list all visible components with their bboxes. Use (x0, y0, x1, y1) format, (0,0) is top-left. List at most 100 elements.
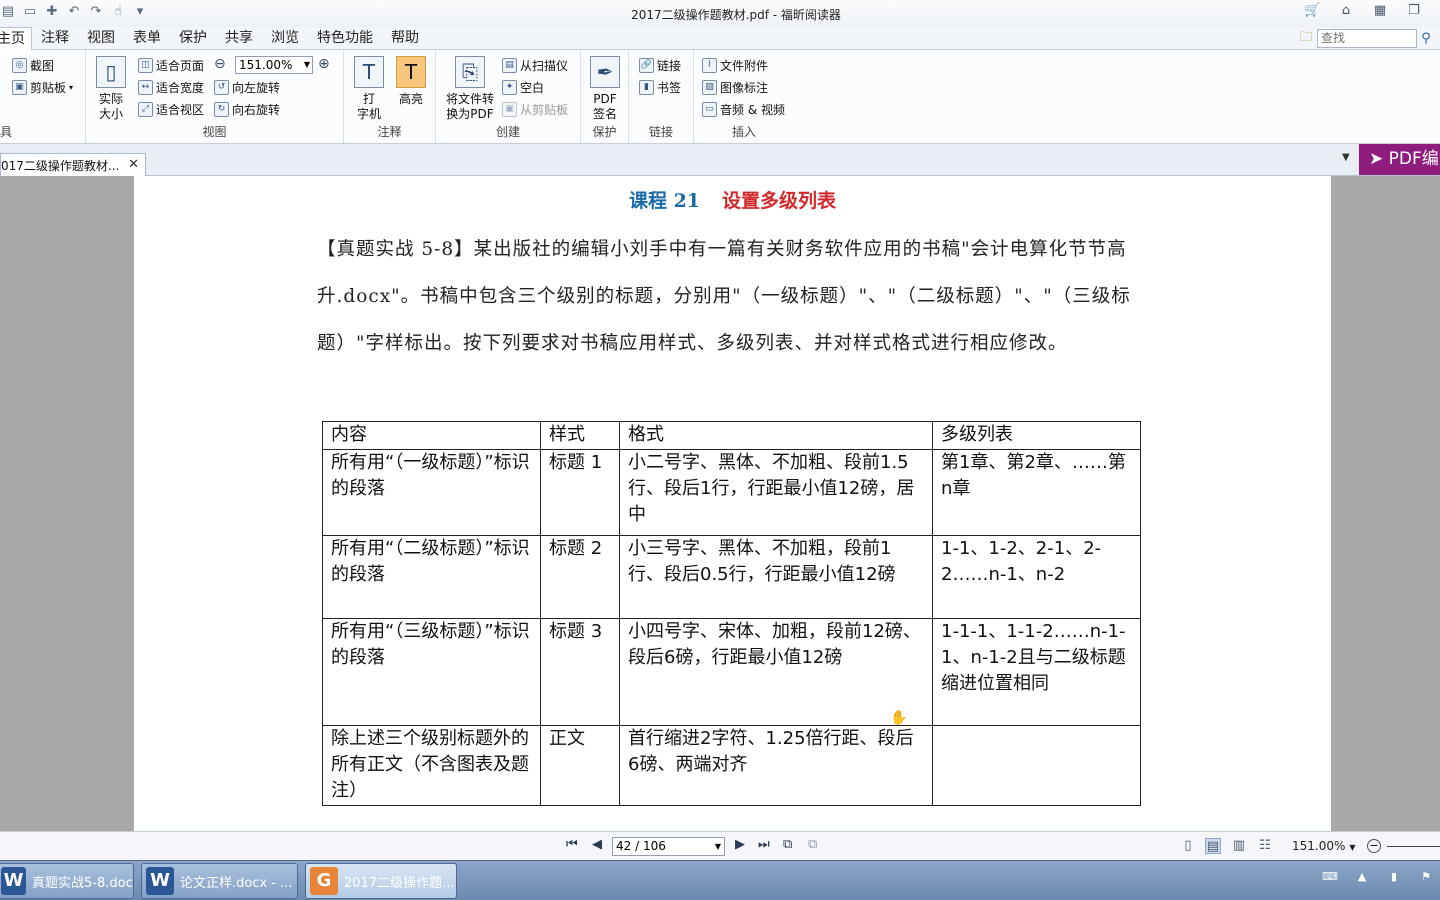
image-annotation-button[interactable]: ▨ 图像标注 (702, 77, 768, 97)
first-page-icon[interactable]: ⏮ (566, 837, 578, 852)
tab-home[interactable]: 主页 (0, 27, 32, 50)
menu-bar: 主页 注释 视图 表单 保护 共享 浏览 特色功能 帮助 🗀 ⚲ (0, 27, 1440, 50)
table-cell: 首行缩进2字符、1.25倍行距、段后6磅、两端对齐 (619, 725, 933, 806)
tab-form[interactable]: 表单 (124, 27, 170, 50)
fit-width-button[interactable]: ↔ 适合宽度 (138, 77, 204, 97)
layout-icon[interactable]: ▦ (1372, 3, 1388, 19)
header-multilevel-list: 多级列表 (932, 421, 1141, 450)
tab-view[interactable]: 视图 (78, 27, 124, 50)
tab-features[interactable]: 特色功能 (308, 27, 382, 50)
cart-icon[interactable]: 🛒 (1304, 3, 1320, 19)
film-icon: ▭ (702, 101, 717, 117)
next-page-icon[interactable]: ▶ (735, 837, 745, 852)
from-clipboard-button[interactable]: ▣ 从剪贴板 (502, 99, 568, 119)
tab-share[interactable]: 共享 (216, 27, 262, 50)
hand-cursor-icon: ✋ (890, 710, 908, 726)
zoom-slider[interactable]: − (1367, 839, 1440, 853)
typewriter-icon: T (354, 56, 384, 88)
page-number-field[interactable]: 42 / 106 ▼ (612, 837, 725, 856)
zoom-out-icon[interactable]: ⊖ (214, 56, 226, 72)
search-icon[interactable]: ⚲ (1417, 29, 1435, 48)
zoom-in-icon[interactable]: ⊕ (318, 56, 330, 72)
table-cell (932, 725, 1141, 806)
flag-icon[interactable]: ⚑ (1418, 869, 1434, 885)
continuous-view-icon[interactable]: ▤ (1205, 838, 1221, 854)
rotate-right-button[interactable]: ↻ 向右旋转 (214, 99, 280, 119)
tray-arrow-icon[interactable]: ▲ (1354, 869, 1370, 885)
system-tray: ⌨ ▲ ▮ ⚑ (1322, 869, 1440, 885)
pen-icon: ✒ (590, 56, 620, 88)
clipboard-button[interactable]: ▣ 剪贴板 ▾ (12, 77, 73, 97)
tab-protect[interactable]: 保护 (170, 27, 216, 50)
previous-page-icon[interactable]: ◀ (592, 837, 602, 852)
highlight-button[interactable]: T 高亮 (394, 56, 428, 107)
blank-page-icon: ✦ (502, 79, 517, 95)
single-page-view-icon[interactable]: ▯ (1180, 838, 1196, 854)
close-icon[interactable]: ✕ (128, 157, 139, 172)
typewriter-button[interactable]: T打 字机 (352, 56, 386, 122)
chevron-down-icon: ▼ (303, 60, 310, 69)
from-scanner-button[interactable]: ▤ 从扫描仪 (502, 55, 568, 75)
group-label-links: 链接 (648, 125, 673, 139)
home-icon[interactable]: ⌂ (1338, 3, 1354, 19)
group-view: ▯ 实际 大小 ◫ 适合页面 ↔ 适合宽度 ⤢ 适合视区 ⊖ 151.00% ▼ ⊕ ↺ 向… (86, 50, 344, 143)
fit-visible-button[interactable]: ⤢ 适合视区 (138, 99, 204, 119)
search-folder-icon[interactable]: 🗀 (1295, 28, 1317, 48)
table-cell: 标题 2 (540, 535, 620, 619)
camera-icon: ◎ (12, 57, 27, 73)
search-box: 🗀 ⚲ (1295, 28, 1437, 48)
previous-view-icon[interactable]: ⧉ (783, 837, 792, 852)
document-tab[interactable]: 017二级操作题教材... ✕ (0, 153, 146, 176)
restore-icon[interactable]: ❐ (1406, 3, 1422, 19)
table-cell: 所有用“（二级标题）”标识的段落 (322, 535, 541, 619)
table-cell: 所有用“（三级标题）”标识的段落 (322, 618, 541, 726)
network-icon[interactable]: ▮ (1386, 869, 1402, 885)
tab-browse[interactable]: 浏览 (262, 27, 308, 50)
convert-to-pdf-button[interactable]: ⎘ 将文件转 换为PDF (442, 56, 498, 122)
last-page-icon[interactable]: ⏭ (758, 837, 770, 852)
zoom-select[interactable]: 151.00% ▼ (235, 56, 313, 74)
pdf-editor-banner[interactable]: ➤ PDF编 (1359, 144, 1440, 175)
table-cell: 小三号字、黑体、不加粗，段前1行、段后0.5行，行距最小值12磅 (619, 535, 933, 619)
header-content: 内容 (322, 421, 541, 450)
fit-page-button[interactable]: ◫ 适合页面 (138, 55, 204, 75)
group-insert: ⌇ 文件附件 ▨ 图像标注 ▭ 音频 & 视频 插入 (694, 50, 794, 143)
pdf-sign-button[interactable]: ✒ PDF 签名 (588, 56, 622, 122)
window-title: 2017二级操作题教材.pdf - 福昕阅读器 (631, 8, 841, 22)
bookmark-button[interactable]: ▮ 书签 (639, 77, 681, 97)
tab-help[interactable]: 帮助 (382, 27, 428, 50)
continuous-facing-view-icon[interactable]: ☷ (1257, 838, 1273, 854)
taskbar-item-word-2[interactable]: W 论文正样.docx - ... (141, 863, 298, 899)
next-view-icon[interactable]: ⧉ (808, 837, 817, 852)
chevron-down-icon: ▼ (714, 842, 721, 851)
lesson-title: 设置多级列表 (722, 190, 837, 212)
taskbar-item-foxit[interactable]: G 2017二级操作题... (305, 863, 457, 899)
taskbar-item-word-1[interactable]: W 真题实战5-8.doc... (0, 863, 134, 899)
group-comment: T打 字机 T 高亮 注释 (344, 50, 436, 143)
status-zoom[interactable]: 151.00% ▼ (1292, 839, 1356, 853)
word-icon: W (1, 867, 26, 895)
chevron-down-icon: ▼ (1349, 843, 1356, 852)
fit-width-icon: ↔ (138, 79, 153, 95)
screenshot-button[interactable]: ◎ 截图 (12, 55, 54, 75)
attachment-button[interactable]: ⌇ 文件附件 (702, 55, 768, 75)
title-icons: 🛒 ⌂ ▦ ❐ (1304, 3, 1422, 19)
facing-view-icon[interactable]: ▥ (1231, 838, 1247, 854)
blank-button[interactable]: ✦ 空白 (502, 77, 544, 97)
windows-taskbar: W 真题实战5-8.doc... W 论文正样.docx - ... G 201… (0, 860, 1440, 900)
table-row: 所有用“（一级标题）”标识的段落 标题 1 小二号字、黑体、不加粗、段前1.5行… (322, 449, 1141, 536)
rotate-left-button[interactable]: ↺ 向左旋转 (214, 77, 280, 97)
zoom-out-icon[interactable]: − (1367, 839, 1381, 853)
tab-comment[interactable]: 注释 (32, 27, 78, 50)
tab-list-chevron-icon[interactable]: ▼ (1342, 152, 1350, 163)
audio-video-button[interactable]: ▭ 音频 & 视频 (702, 99, 785, 119)
word-icon: W (146, 867, 174, 895)
foxit-icon: G (310, 867, 338, 895)
table-cell: 1-1、1-2、2-1、2-2……n-1、n-2 (932, 535, 1141, 619)
keyboard-icon[interactable]: ⌨ (1322, 869, 1338, 885)
zoom-slider-track[interactable] (1387, 846, 1440, 847)
document-area[interactable]: 课程 21 设置多级列表 【真题实战 5-8】某出版社的编辑小刘手中有一篇有关财务… (0, 176, 1440, 831)
search-input[interactable] (1317, 28, 1417, 48)
link-button[interactable]: 🔗 链接 (639, 55, 681, 75)
actual-size-button[interactable]: ▯ 实际 大小 (94, 56, 128, 122)
